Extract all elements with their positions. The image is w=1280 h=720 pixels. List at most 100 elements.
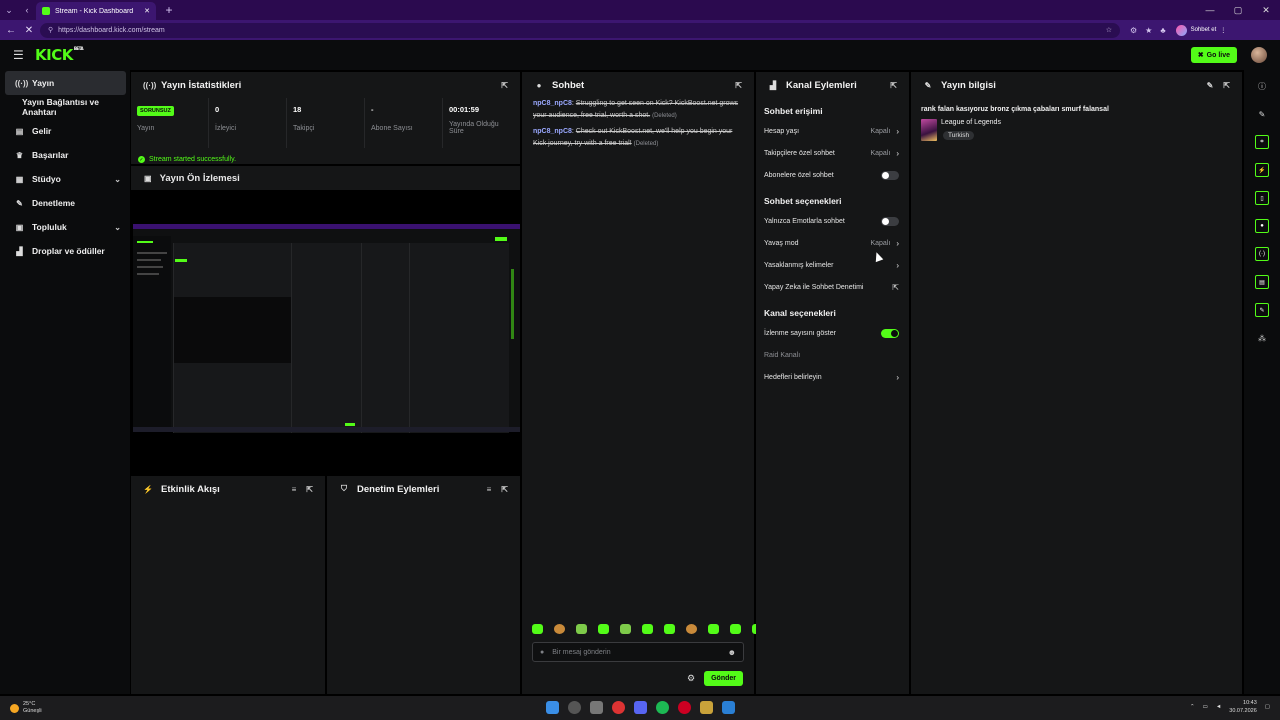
sidebar-item-drops[interactable]: ▟ Droplar ve ödüller <box>0 239 130 263</box>
chat-username[interactable]: npC8_npC8 <box>533 100 572 107</box>
document-icon[interactable]: ▯ <box>1255 191 1269 205</box>
spotify-icon[interactable] <box>656 701 669 714</box>
url-field[interactable]: ⚲ https://dashboard.kick.com/stream ☆ <box>40 22 1120 38</box>
sidebar-item-stream[interactable]: ((·)) Yayın <box>5 71 126 95</box>
filter-icon[interactable]: ≡ <box>487 485 492 494</box>
reload-icon[interactable]: ✕ <box>22 25 36 36</box>
close-tab-icon[interactable]: ✕ <box>144 7 150 15</box>
edit-pencil-icon[interactable]: ✎ <box>1255 107 1269 121</box>
emote-icon[interactable] <box>730 624 741 634</box>
extension-icon[interactable]: ♣ <box>1160 26 1165 35</box>
chat-username[interactable]: npC8_npC8 <box>533 128 572 135</box>
popout-icon[interactable]: ⇱ <box>890 81 897 90</box>
integrations-icon[interactable]: ⁂ <box>1255 331 1269 345</box>
kick-logo[interactable]: KICKBETA <box>35 46 84 64</box>
sidebar-item-achievements[interactable]: ♛ Başarılar <box>0 143 130 167</box>
user-avatar[interactable] <box>1251 47 1267 63</box>
emote-icon[interactable] <box>686 624 697 634</box>
option-slow-mode[interactable]: Yavaş mod Kapalı › <box>756 232 909 254</box>
chat-input[interactable]: ● Bir mesaj gönderin ☻ <box>532 642 744 662</box>
send-button[interactable]: Gönder <box>704 671 743 686</box>
emote-icon[interactable] <box>576 624 587 634</box>
sidebar-item-studio[interactable]: ▦ Stüdyo ⌄ <box>0 167 130 191</box>
clock[interactable]: 10:43 30.07.2026 <box>1229 699 1257 715</box>
notification-icon[interactable]: ▢ <box>1265 704 1270 710</box>
channel-title: Kanal Eylemleri <box>786 79 857 91</box>
address-bar: ← ✕ ⚲ https://dashboard.kick.com/stream … <box>0 20 1280 40</box>
volume-icon[interactable]: ◄ <box>1216 704 1221 710</box>
bookmark-star-icon[interactable]: ☆ <box>1106 26 1112 34</box>
info-icon[interactable]: ⓘ <box>1255 79 1269 93</box>
storage-icon[interactable]: ▤ <box>1255 275 1269 289</box>
category-name[interactable]: League of Legends <box>941 119 1001 126</box>
wrench-icon[interactable]: ✎ <box>1255 303 1269 317</box>
file-explorer-icon[interactable] <box>590 701 603 714</box>
edit-pencil-icon[interactable]: ✎ <box>1207 81 1214 90</box>
new-tab-button[interactable]: + <box>162 3 176 17</box>
emote-icon[interactable] <box>664 624 675 634</box>
broadcast-icon[interactable]: (·) <box>1255 247 1269 261</box>
minimize-icon[interactable]: — <box>1196 5 1224 16</box>
popout-icon[interactable]: ⇱ <box>501 81 508 90</box>
tray-chevron-icon[interactable]: ⌃ <box>1190 704 1195 710</box>
view-count-toggle[interactable] <box>881 328 899 338</box>
extension-icon[interactable]: ⚙ <box>1130 26 1137 35</box>
emote-icon[interactable] <box>620 624 631 634</box>
edge-icon[interactable] <box>722 701 735 714</box>
emote-icon[interactable] <box>554 624 565 634</box>
go-live-button[interactable]: ✖ Go live <box>1190 47 1237 63</box>
close-window-icon[interactable]: ✕ <box>1252 5 1280 16</box>
subscribers-only-toggle[interactable] <box>881 170 899 180</box>
popout-icon[interactable]: ⇱ <box>306 485 313 494</box>
extension-icon[interactable]: ★ <box>1145 26 1152 35</box>
emote-only-toggle[interactable] <box>881 216 899 226</box>
option-followers-only[interactable]: Takipçilere özel sohbet Kapalı › <box>756 142 909 164</box>
emote-icon[interactable] <box>598 624 609 634</box>
sidebar-item-revenue[interactable]: ▤ Gelir <box>0 119 130 143</box>
tab-back-icon[interactable]: ‹ <box>18 0 36 20</box>
activity-header: ⚡ Etkinlik Akışı ≡ ⇱ <box>131 476 325 502</box>
discord-icon[interactable] <box>634 701 647 714</box>
popout-icon[interactable]: ⇱ <box>501 485 508 494</box>
sidebar-item-moderation[interactable]: ✎ Denetleme <box>0 191 130 215</box>
emote-icon[interactable] <box>642 624 653 634</box>
option-account-age[interactable]: Hesap yaşı Kapalı › <box>756 120 909 142</box>
chrome-icon[interactable] <box>612 701 625 714</box>
start-icon[interactable] <box>546 701 559 714</box>
maximize-icon[interactable]: ▢ <box>1224 5 1252 16</box>
sidebar-item-stream-key[interactable]: Yayın Bağlantısı ve Anahtarı <box>0 95 130 119</box>
hamburger-menu-icon[interactable]: ☰ <box>13 48 27 62</box>
popout-icon[interactable]: ⇱ <box>1223 81 1230 90</box>
site-info-icon[interactable]: ⚲ <box>48 26 53 34</box>
opera-icon[interactable] <box>678 701 691 714</box>
option-set-goals[interactable]: Hedefleri belirleyin › <box>756 366 909 388</box>
emote-icon[interactable] <box>708 624 719 634</box>
stream-preview[interactable] <box>131 190 520 474</box>
emoji-icon[interactable]: ☻ <box>728 648 736 657</box>
browser-menu-icon[interactable]: ⋮ <box>1220 27 1226 34</box>
chat-bubble-icon[interactable]: ● <box>1255 219 1269 233</box>
back-icon[interactable]: ← <box>4 25 18 36</box>
filter-icon[interactable]: ≡ <box>292 485 297 494</box>
tab-list-icon[interactable]: ⌄ <box>0 0 18 20</box>
browser-tab[interactable]: Stream - Kick Dashboard ✕ <box>36 2 156 20</box>
profile-button[interactable]: Sohbet et ⋮ <box>1175 24 1226 36</box>
broadcast-icon: ((·)) <box>15 78 29 88</box>
browser-tabbar: ⌄ ‹ Stream - Kick Dashboard ✕ + — ▢ ✕ <box>0 0 1280 20</box>
option-ai-moderation[interactable]: Yapay Zeka ile Sohbet Denetimi ⇱ <box>756 276 909 298</box>
network-icon[interactable]: ▭ <box>1203 704 1208 710</box>
chat-title: Sohbet <box>552 79 585 91</box>
option-banned-words[interactable]: Yasaklanmış kelimeler › <box>756 254 909 276</box>
bolt-icon[interactable]: ⚡ <box>1255 163 1269 177</box>
weather-widget[interactable]: 25°C Güneşli <box>0 701 42 715</box>
qr-icon[interactable]: ⌗ <box>1255 135 1269 149</box>
popout-icon[interactable]: ⇱ <box>735 81 742 90</box>
app-header: ☰ KICKBETA ✖ Go live <box>0 40 1280 70</box>
league-icon[interactable] <box>700 701 713 714</box>
shield-icon: ⛉ <box>341 484 347 493</box>
emote-icon[interactable] <box>532 624 543 634</box>
sidebar-item-community[interactable]: ▣ Topluluk ⌄ <box>0 215 130 239</box>
search-icon[interactable] <box>568 701 581 714</box>
sidebar-item-label: Stüdyo <box>32 174 61 184</box>
gear-icon[interactable]: ⚙ <box>687 673 695 684</box>
